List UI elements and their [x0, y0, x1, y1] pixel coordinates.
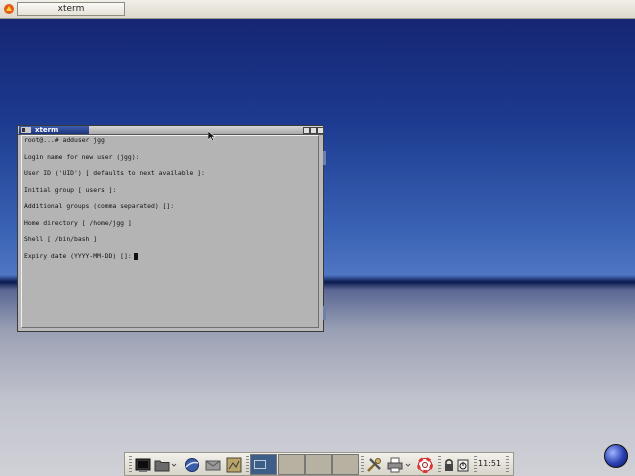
terminal-launcher-icon[interactable]: [135, 457, 151, 473]
workspace-4[interactable]: [332, 454, 359, 475]
maximize-button[interactable]: [310, 127, 317, 134]
web-browser-icon[interactable]: [184, 457, 200, 473]
minimize-button[interactable]: [303, 127, 310, 134]
terminal-line: Additional groups (comma separated) []:: [24, 202, 175, 210]
window-title: xterm: [35, 126, 59, 134]
window-titlebar[interactable]: xterm: [18, 126, 324, 135]
chevron-down-icon[interactable]: [171, 457, 177, 473]
terminal-line: root@...# adduser jgg: [24, 136, 105, 144]
terminal-line: Home directory [ /home/jgg ]: [24, 218, 132, 227]
workspace-3[interactable]: [305, 454, 332, 475]
taskbar-item-xterm[interactable]: xterm: [17, 2, 125, 16]
panel-handle[interactable]: [506, 456, 509, 474]
window-title-tab[interactable]: xterm: [19, 126, 89, 134]
resize-handle[interactable]: [323, 306, 326, 320]
terminal-line: Shell [ /bin/bash ]: [24, 235, 98, 243]
bottom-panel: [124, 452, 514, 476]
mouse-pointer-icon: [208, 131, 216, 141]
terminal-output[interactable]: root@...# adduser jgg Login name for new…: [21, 135, 319, 328]
terminal-line: Expiry date (YYYY-MM-DD) []:: [24, 251, 132, 260]
window-menu-icon[interactable]: [21, 127, 31, 133]
chevron-down-icon[interactable]: [405, 457, 411, 473]
desktop-globe-icon[interactable]: [604, 444, 628, 468]
logout-power-icon[interactable]: [457, 457, 469, 473]
workspace-2[interactable]: [278, 454, 305, 475]
resize-handle[interactable]: [323, 151, 326, 165]
workspace-1[interactable]: [250, 454, 277, 475]
top-taskbar: xterm: [0, 0, 635, 19]
file-manager-icon[interactable]: [154, 457, 170, 473]
close-button[interactable]: [317, 127, 324, 134]
printer-icon[interactable]: [387, 457, 403, 473]
settings-tools-icon[interactable]: [366, 457, 382, 473]
slackware-menu-icon[interactable]: [3, 3, 15, 15]
panel-clock[interactable]: 11:51: [478, 459, 501, 468]
workspace-window-thumbnail: [254, 460, 266, 469]
terminal-prompt-line: Expiry date (YYYY-MM-DD) []:: [24, 251, 316, 270]
panel-separator: [246, 456, 249, 474]
terminal-line: Login name for new user (jgg):: [24, 152, 140, 161]
terminal-line: User ID ('UID') [ defaults to next avail…: [24, 169, 205, 177]
mail-icon[interactable]: [205, 457, 221, 473]
panel-handle[interactable]: [129, 456, 132, 474]
help-lifebuoy-icon[interactable]: [417, 457, 433, 473]
panel-separator: [361, 456, 364, 474]
text-cursor: [133, 252, 138, 260]
panel-separator: [474, 456, 477, 474]
panel-separator: [438, 456, 441, 474]
xterm-window[interactable]: xterm root@...# adduser jgg Login name f…: [17, 125, 326, 332]
lock-screen-icon[interactable]: [443, 457, 455, 473]
terminal-line: Initial group [ users ]:: [24, 185, 117, 194]
image-viewer-icon[interactable]: [226, 457, 242, 473]
